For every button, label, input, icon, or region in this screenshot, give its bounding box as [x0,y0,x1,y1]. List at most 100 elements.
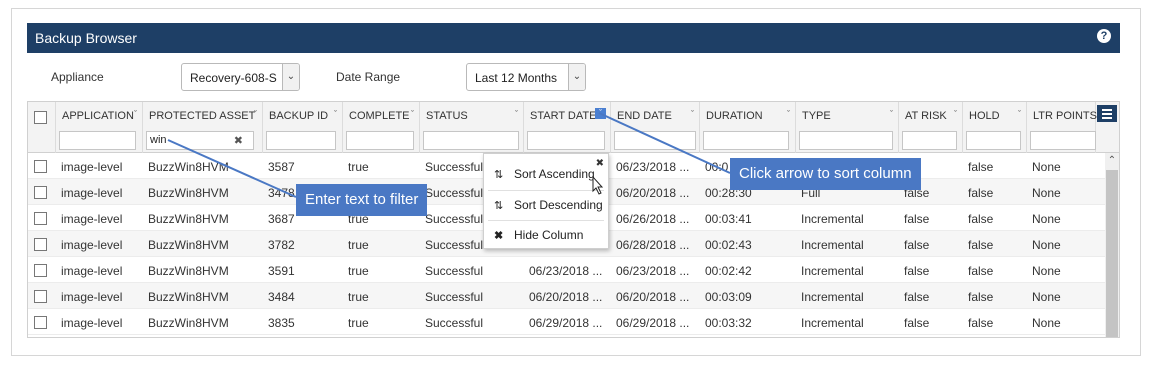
date-range-select[interactable]: Last 12 Months ⌄ [466,63,586,91]
cell-backup-id: 3484 [268,290,295,304]
scrollbar-thumb[interactable] [1106,170,1118,337]
cell-ltr-points: None [1032,264,1061,278]
cell-status: Successful [425,290,484,304]
help-icon[interactable]: ? [1097,29,1111,43]
cell-complete: true [348,264,369,278]
column-header-backup-id[interactable]: BACKUP ID ˇ [263,102,343,153]
cell-ltr-points: None [1032,160,1061,174]
column-menu-arrow-icon[interactable]: ˇ [334,109,337,119]
column-header-protected-asset[interactable]: PROTECTED ASSET ˇ win ✖ [143,102,263,153]
column-menu-arrow-icon[interactable]: ˇ [787,109,790,119]
column-header-ltr-points[interactable]: LTR POINTS [1027,102,1097,153]
cell-status: Successful [425,264,484,278]
row-checkbox[interactable] [34,160,47,173]
column-chooser-menu-icon[interactable] [1097,105,1117,122]
scroll-up-icon[interactable]: ⌃ [1105,153,1119,169]
column-header-duration[interactable]: DURATION ˇ [700,102,796,153]
table-row[interactable]: image-level BuzzWin8HVM 3835 true Succes… [28,309,1105,335]
filter-input-ltr-points[interactable] [1030,131,1096,150]
cell-end-date: 06/20/2018 ... [616,186,690,200]
table-row[interactable]: image-level BuzzWin8HVM 3484 true Succes… [28,283,1105,309]
menu-item-sort-descending[interactable]: ⇅ Sort Descending [484,191,608,219]
cell-hold: false [968,212,994,226]
vertical-scrollbar[interactable]: ⌃ [1105,153,1119,337]
row-checkbox[interactable] [34,290,47,303]
header-select-all-cell [28,102,56,153]
cell-application: image-level [61,238,123,252]
cell-duration: 00:03:41 [705,212,752,226]
cell-status: Successful [425,238,484,252]
column-menu-arrow-icon[interactable]: ˇ [1018,109,1021,119]
filter-input-status[interactable] [423,131,519,150]
cell-end-date: 06/29/2018 ... [616,316,690,330]
filter-input-backup-id[interactable] [266,131,336,150]
cell-status: Successful [425,160,484,174]
column-header-at-risk[interactable]: AT RISK ˇ [899,102,963,153]
column-header-end-date[interactable]: END DATE ˇ [611,102,700,153]
filter-input-start-date[interactable] [527,131,605,150]
column-header-hold[interactable]: HOLD ˇ [963,102,1027,153]
column-header-status[interactable]: STATUS ˇ [420,102,524,153]
column-label: STATUS [426,110,468,122]
column-label: HOLD [969,110,1000,122]
cell-backup-id: 3782 [268,238,295,252]
filter-input-protected-asset[interactable]: win ✖ [146,131,254,150]
column-menu-arrow-icon[interactable]: ˇ [134,109,137,119]
panel-titlebar: Backup Browser ? [27,23,1120,53]
filter-input-type[interactable] [799,131,893,150]
cell-duration: 00:03:09 [705,290,752,304]
column-menu-arrow-icon[interactable]: ˇ [515,109,518,119]
clear-filter-icon[interactable]: ✖ [234,134,243,147]
cell-protected-asset: BuzzWin8HVM [148,290,229,304]
column-header-type[interactable]: TYPE ˇ [796,102,899,153]
column-menu-arrow-icon[interactable]: ˇ [954,109,957,119]
sort-ascending-icon: ⇅ [494,169,504,181]
column-menu-arrow-icon[interactable]: ˇ [411,109,414,119]
column-label: DURATION [706,110,763,122]
column-header-complete[interactable]: COMPLETE ˇ [343,102,420,153]
menu-item-label: Sort Ascending [514,167,595,181]
row-checkbox[interactable] [34,186,47,199]
cell-duration: 00:0 [705,160,729,174]
column-label: BACKUP ID [269,110,329,122]
table-row[interactable]: image-level BuzzWin8HVM 3591 true Succes… [28,257,1105,283]
cell-end-date: 06/20/2018 ... [616,290,690,304]
filter-input-application[interactable] [59,131,136,150]
column-menu-arrow-icon[interactable]: ˇ [595,108,606,119]
column-header-application[interactable]: APPLICATION ˇ [56,102,143,153]
cell-hold: false [968,264,994,278]
appliance-label: Appliance [51,70,104,84]
cell-backup-id: 3835 [268,316,295,330]
column-label: PROTECTED ASSET [149,110,256,122]
column-menu-arrow-icon[interactable]: ˇ [691,109,694,119]
filter-input-duration[interactable] [703,131,789,150]
menu-item-hide-column[interactable]: ✖ Hide Column [484,221,608,249]
column-context-menu: ✖ ⇅ Sort Ascending ⇅ Sort Descending ✖ H… [483,153,609,249]
date-range-select-value: Last 12 Months [475,71,558,85]
row-checkbox[interactable] [34,316,47,329]
filter-input-end-date[interactable] [614,131,696,150]
column-label: COMPLETE [349,110,410,122]
cell-at-risk: false [904,238,930,252]
cell-application: image-level [61,212,123,226]
select-all-checkbox[interactable] [34,111,47,124]
filter-input-at-risk[interactable] [902,131,957,150]
appliance-select[interactable]: Recovery-608-S ⌄ [181,63,300,91]
row-checkbox[interactable] [34,264,47,277]
column-menu-arrow-icon[interactable]: ˇ [890,109,893,119]
hide-column-icon: ✖ [494,230,504,242]
row-checkbox[interactable] [34,238,47,251]
menu-item-sort-ascending[interactable]: ⇅ Sort Ascending [484,160,608,188]
cell-status: Successful [425,212,484,226]
filter-input-hold[interactable] [966,131,1021,150]
cell-backup-id: 3591 [268,264,295,278]
column-menu-arrow-icon[interactable]: ˇ [254,109,257,119]
row-checkbox[interactable] [34,212,47,225]
cell-ltr-points: None [1032,212,1061,226]
column-header-start-date[interactable]: START DATE ˇ [524,102,611,153]
chevron-down-icon[interactable]: ⌄ [282,64,299,90]
cell-end-date: 06/28/2018 ... [616,238,690,252]
filter-input-complete[interactable] [346,131,414,150]
cell-type: Incremental [801,212,864,226]
chevron-down-icon[interactable]: ⌄ [568,64,585,90]
